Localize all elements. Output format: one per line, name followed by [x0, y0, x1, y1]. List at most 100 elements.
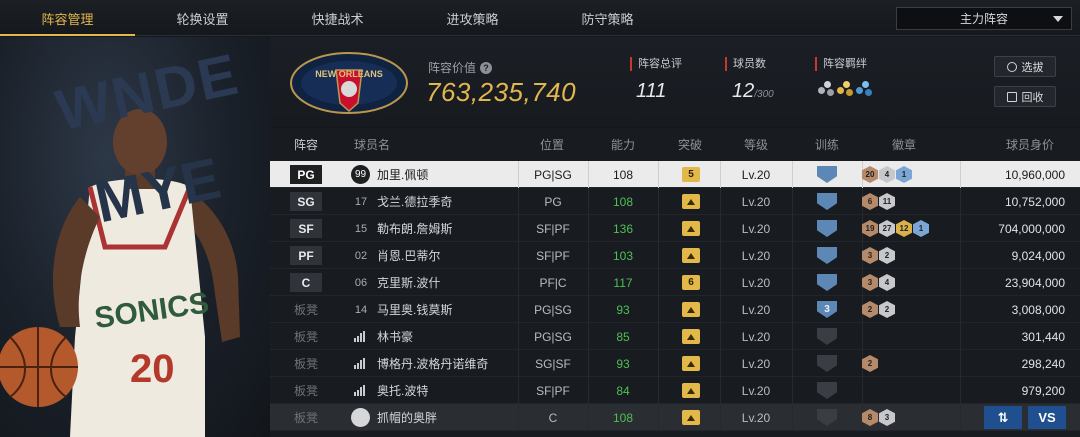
jersey-number: 99: [351, 165, 370, 184]
break-level-badge[interactable]: 5: [682, 167, 700, 182]
player-name[interactable]: 克里斯.波什: [377, 269, 440, 296]
player-name[interactable]: 肖恩.巴蒂尔: [377, 242, 440, 269]
badge-list[interactable]: 2: [862, 355, 878, 372]
synergy-silver-icon[interactable]: [818, 81, 834, 97]
jersey-number: 14: [354, 303, 368, 316]
player-name[interactable]: 奥托.波特: [377, 377, 428, 404]
lineup-value: 763,235,740: [426, 77, 577, 107]
player-ability: 108: [612, 167, 634, 182]
column-divider: [658, 215, 659, 242]
break-crown-icon[interactable]: [682, 329, 700, 344]
break-crown-icon[interactable]: [682, 221, 700, 236]
table-row[interactable]: SG 17 戈兰.德拉季奇 PG 108 Lv.20 6 11 10,752,000: [270, 188, 1080, 215]
training-shield-icon[interactable]: [817, 247, 837, 264]
synergy-icons[interactable]: [818, 81, 872, 97]
lineup-value-label: 阵容价值 ?: [428, 59, 493, 76]
player-name[interactable]: 博格丹.波格丹诺维奇: [377, 350, 488, 377]
column-divider: [862, 323, 863, 350]
crown-icon: [687, 306, 695, 313]
player-name[interactable]: 戈兰.德拉季奇: [377, 188, 452, 215]
badge-list[interactable]: 34: [862, 274, 895, 291]
table-row[interactable]: PF 02 肖恩.巴蒂尔 SF|PF 103 Lv.20 3 2 9,024,000: [270, 242, 1080, 269]
table-row[interactable]: 板凳 14 马里奥.钱莫斯 PG|SG 93 Lv.20 3 2 2 3,008,000: [270, 296, 1080, 323]
player-salary: 3,008,000: [1011, 302, 1065, 317]
table-row[interactable]: 板凳 林书豪 PG|SG 85 Lv.20 301,440: [270, 323, 1080, 350]
training-shield-icon[interactable]: [817, 409, 837, 426]
break-crown-icon[interactable]: [682, 383, 700, 398]
break-crown-icon[interactable]: [682, 194, 700, 209]
badge-list[interactable]: 22: [862, 301, 895, 318]
training-shield-icon[interactable]: 3: [817, 301, 837, 318]
player-ability: 85: [616, 329, 630, 344]
training-shield-icon[interactable]: [817, 274, 837, 291]
lineup-dropdown[interactable]: 主力阵容: [896, 7, 1072, 30]
column-divider: [792, 296, 793, 323]
badge-list[interactable]: 19 27 12 1: [862, 220, 929, 237]
lineup-summary-panel: NEW ORLEANS 阵容价值 ? 763,235,740 阵容总评 111 …: [270, 37, 1080, 127]
break-level-badge[interactable]: 6: [682, 275, 700, 290]
table-row[interactable]: C 06 克里斯.波什 PF|C 117 6 Lv.20 3 4 23,904,000: [270, 269, 1080, 296]
break-crown-icon[interactable]: [682, 410, 700, 425]
col-salary: 球员身价: [1006, 138, 1055, 152]
column-divider: [658, 296, 659, 323]
crown-icon: [687, 252, 695, 259]
synergy-blue-icon[interactable]: [856, 81, 872, 97]
table-row[interactable]: 板凳 博格丹.波格丹诺维奇 SG|SF 93 Lv.20 2 298,240: [270, 350, 1080, 377]
player-name[interactable]: 勒布朗.詹姆斯: [377, 215, 452, 242]
tab-quick-tactics[interactable]: 快捷战术: [270, 0, 405, 36]
column-divider: [792, 242, 793, 269]
training-shield-icon[interactable]: [817, 382, 837, 399]
training-shield-icon[interactable]: [817, 193, 837, 210]
player-level: Lv.20: [741, 302, 771, 317]
player-ability: 84: [616, 383, 630, 398]
badge-icon: 8: [862, 409, 878, 426]
training-shield-icon[interactable]: [817, 166, 837, 183]
column-divider: [862, 377, 863, 404]
slot-badge: PF: [290, 246, 322, 265]
swap-button[interactable]: ⇅: [984, 406, 1022, 429]
badge-icon: 2: [879, 247, 895, 264]
badge-list[interactable]: 20 4 1: [862, 166, 912, 183]
training-shield-icon[interactable]: [817, 355, 837, 372]
column-divider: [658, 188, 659, 215]
player-name[interactable]: 马里奥.钱莫斯: [377, 296, 452, 323]
recycle-button[interactable]: 回收: [994, 86, 1056, 107]
bench-label: 板凳: [294, 330, 319, 344]
synergy-gold-icon[interactable]: [837, 81, 853, 97]
pick-button[interactable]: 选拔: [994, 56, 1056, 77]
table-row[interactable]: SF 15 勒布朗.詹姆斯 SF|PF 136 Lv.20 19 27 12 1 704,000,0…: [270, 215, 1080, 242]
tab-rotation-settings[interactable]: 轮换设置: [135, 0, 270, 36]
player-name[interactable]: 林书豪: [377, 323, 413, 350]
slot-badge: SG: [290, 192, 322, 211]
break-crown-icon[interactable]: [682, 302, 700, 317]
tab-offense-strategy[interactable]: 进攻策略: [405, 0, 540, 36]
column-divider: [658, 161, 659, 188]
player-name[interactable]: 加里.佩顿: [377, 161, 428, 188]
badge-list[interactable]: 83: [862, 409, 895, 426]
signal-bars-icon: [354, 385, 366, 396]
player-ability: 117: [613, 275, 633, 290]
badge-icon: 19: [862, 220, 878, 237]
training-shield-icon[interactable]: [817, 220, 837, 237]
svg-text:NEW ORLEANS: NEW ORLEANS: [315, 69, 383, 79]
help-icon[interactable]: ?: [480, 61, 493, 74]
badge-icon: 3: [879, 409, 895, 426]
badge-list[interactable]: 6 11: [862, 193, 895, 210]
player-name[interactable]: 抓帽的奥胖: [377, 404, 437, 431]
table-row[interactable]: PG 99 加里.佩顿 PG|SG 108 5 Lv.20 20 4 1 10,960,000: [270, 161, 1080, 188]
column-divider: [792, 377, 793, 404]
table-row[interactable]: 板凳 奥托.波特 SF|PF 84 Lv.20 979,200: [270, 377, 1080, 404]
table-row[interactable]: 板凳 抓帽的奥胖 C 108 Lv.20 8 3 ⇅ VS: [270, 404, 1080, 431]
tab-lineup-management[interactable]: 阵容管理: [0, 0, 135, 36]
break-crown-icon[interactable]: [682, 356, 700, 371]
training-shield-icon[interactable]: [817, 328, 837, 345]
badge-list[interactable]: 32: [862, 247, 895, 264]
badge-icon: 11: [879, 193, 895, 210]
player-salary: 10,960,000: [1004, 167, 1065, 182]
recycle-icon: [1006, 91, 1017, 102]
player-ability: 136: [612, 221, 634, 236]
tab-defense-strategy[interactable]: 防守策略: [540, 0, 675, 36]
vs-button[interactable]: VS: [1028, 406, 1066, 429]
badge-icon: 2: [862, 301, 878, 318]
break-crown-icon[interactable]: [682, 248, 700, 263]
